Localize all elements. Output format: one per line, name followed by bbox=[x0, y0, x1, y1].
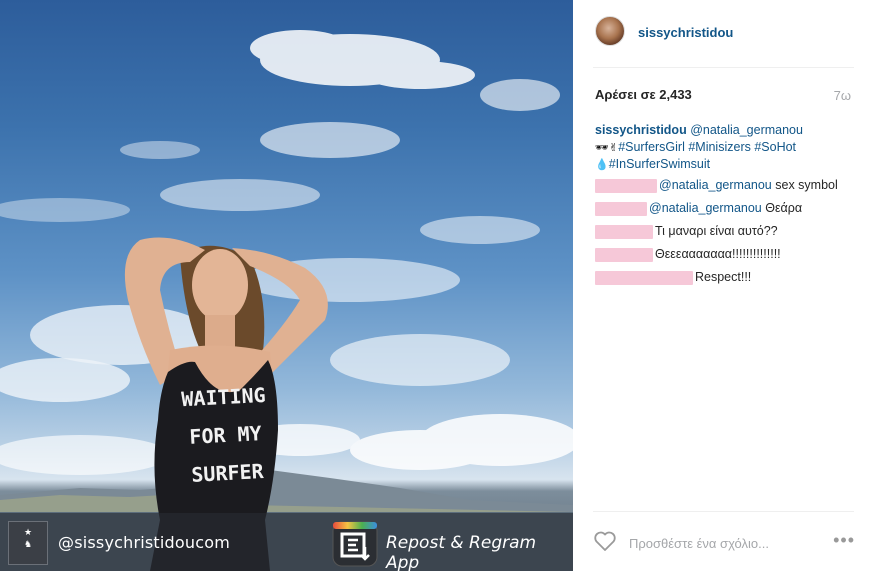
watermark-app-name: Repost & Regram App bbox=[386, 533, 537, 571]
swimsuit-line-1: WAITING bbox=[180, 382, 267, 412]
likes-count[interactable]: Αρέσει σε 2,433 bbox=[595, 87, 692, 102]
list-item: Respect!!! bbox=[595, 269, 857, 286]
more-options-icon[interactable]: ••• bbox=[833, 530, 855, 551]
droplet-emoji-icon: 💧 bbox=[595, 158, 609, 171]
sunglasses-peace-emoji-icon: 🕶✌ bbox=[595, 141, 619, 154]
comments-list: sissychristidou @natalia_germanou 🕶✌#Sur… bbox=[595, 122, 857, 286]
heart-icon[interactable] bbox=[593, 530, 617, 552]
caption-tag-swimsuit[interactable]: #InSurferSwimsuit bbox=[609, 157, 710, 171]
comment-text: sex symbol bbox=[771, 178, 838, 192]
comment-text: Respect!!! bbox=[695, 270, 752, 284]
watermark-handle: @sissychristidoucom bbox=[58, 533, 230, 552]
swimsuit-line-2: FOR MY bbox=[188, 421, 263, 449]
header-divider bbox=[593, 67, 854, 68]
swimsuit-line-3: SURFER bbox=[190, 459, 265, 487]
post-header: sissychristidou bbox=[595, 14, 855, 54]
swimsuit-text: WAITING FOR MY SURFER bbox=[165, 375, 286, 495]
comment-mention[interactable]: @natalia_germanou bbox=[649, 200, 762, 217]
caption-username[interactable]: sissychristidou bbox=[595, 123, 687, 137]
comment-text: Τι μαναρι είναι αυτό?? bbox=[655, 224, 778, 238]
comment-text: Θεεεααααααα!!!!!!!!!!!!!! bbox=[655, 247, 781, 261]
list-item: Θεεεααααααα!!!!!!!!!!!!!! bbox=[595, 246, 857, 263]
redacted-username bbox=[595, 224, 653, 239]
post-age[interactable]: 7ω bbox=[834, 88, 851, 103]
post-footer: ••• bbox=[593, 528, 855, 558]
repost-app-icon bbox=[332, 521, 378, 567]
redacted-username bbox=[595, 270, 693, 285]
add-comment-input[interactable] bbox=[629, 534, 809, 552]
photo-scene bbox=[0, 30, 573, 571]
repost-watermark-bar: ★ ♞ @sissychristidoucom Repost & Regram A… bbox=[0, 513, 573, 571]
list-item: @natalia_germanou sex symbol bbox=[595, 177, 857, 194]
post-photo[interactable]: WAITING FOR MY SURFER ★ ♞ @sissychristido… bbox=[0, 0, 573, 571]
list-item: Τι μαναρι είναι αυτό?? bbox=[595, 223, 857, 240]
avatar[interactable] bbox=[595, 16, 625, 46]
footer-divider bbox=[593, 511, 854, 512]
caption-mention[interactable]: @natalia_germanou bbox=[690, 123, 803, 137]
list-item: @natalia_germanou Θεάρα bbox=[595, 200, 857, 217]
redacted-username bbox=[595, 247, 653, 262]
brand-logo: ★ ♞ bbox=[8, 521, 48, 565]
comment-text: Θεάρα bbox=[761, 201, 803, 215]
caption-tags[interactable]: #SurfersGirl #Minisizers #SoHot bbox=[618, 140, 796, 154]
redacted-username bbox=[595, 201, 647, 216]
header-username[interactable]: sissychristidou bbox=[638, 25, 733, 40]
redacted-username bbox=[595, 178, 657, 193]
comment-mention[interactable]: @natalia_germanou bbox=[659, 177, 772, 194]
post-side-panel: sissychristidou Αρέσει σε 2,433 7ω sissy… bbox=[573, 0, 871, 571]
caption: sissychristidou @natalia_germanou 🕶✌#Sur… bbox=[595, 122, 857, 173]
